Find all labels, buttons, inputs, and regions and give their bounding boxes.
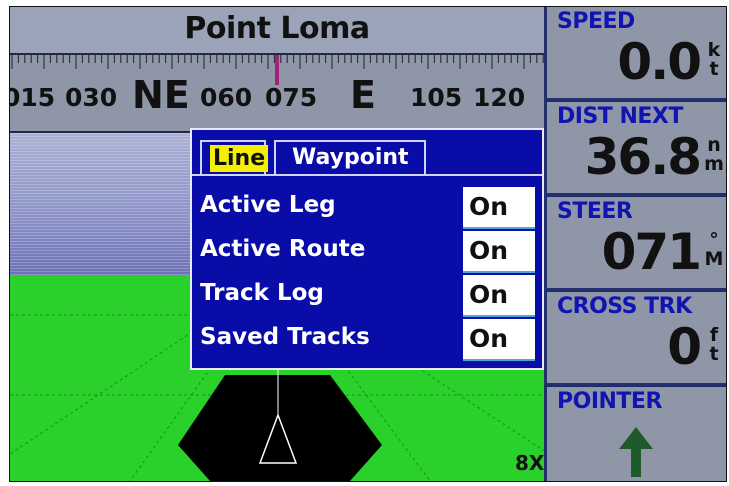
field-unit: ft bbox=[709, 324, 719, 365]
field-value: 071 bbox=[601, 223, 702, 281]
field-unit: nm bbox=[704, 134, 724, 175]
field-label: STEER bbox=[557, 199, 633, 224]
tab-line-label: Line bbox=[210, 145, 269, 172]
line-options-dialog: Line Waypoint Active Leg On Active Route… bbox=[190, 128, 544, 370]
field-dist-next[interactable]: DIST NEXT 36.8 nm bbox=[544, 102, 726, 196]
compass-label: 120 bbox=[473, 83, 526, 112]
option-row-track-log: Track Log On bbox=[192, 274, 542, 318]
page-title: Point Loma bbox=[184, 11, 370, 46]
field-value: 0.0 bbox=[617, 33, 702, 91]
field-steer[interactable]: STEER 071 ° M bbox=[544, 197, 726, 291]
highway-road bbox=[178, 375, 382, 481]
field-pointer[interactable]: POINTER bbox=[544, 387, 726, 481]
field-value: 0 bbox=[667, 318, 702, 376]
data-fields-panel: SPEED 0.0 kt DIST NEXT 36.8 nm STEER 071… bbox=[544, 7, 726, 481]
field-unit: kt bbox=[707, 39, 721, 80]
tab-waypoint[interactable]: Waypoint bbox=[274, 140, 426, 174]
heading-marker bbox=[275, 55, 279, 85]
field-value: 36.8 bbox=[584, 128, 702, 186]
option-value-field[interactable]: On bbox=[463, 231, 535, 273]
field-label: POINTER bbox=[557, 389, 662, 414]
field-speed[interactable]: SPEED 0.0 kt bbox=[544, 7, 726, 101]
compass-label: 030 bbox=[65, 83, 118, 112]
option-label: Saved Tracks bbox=[200, 324, 370, 350]
compass-tape: 015 030 NE 060 075 E 105 120 bbox=[10, 55, 544, 133]
field-label: CROSS TRK bbox=[557, 294, 692, 319]
compass-label: 060 bbox=[200, 83, 253, 112]
option-value-field[interactable]: On bbox=[463, 319, 535, 361]
option-value-field[interactable]: On bbox=[463, 275, 535, 317]
title-bar: Point Loma bbox=[10, 7, 544, 55]
option-row-active-leg: Active Leg On bbox=[192, 186, 542, 230]
field-label: DIST NEXT bbox=[557, 104, 683, 129]
arrow-up-icon bbox=[619, 427, 653, 477]
compass-label: 075 bbox=[265, 83, 318, 112]
field-unit: ° M bbox=[704, 229, 724, 270]
tab-divider bbox=[192, 174, 542, 176]
highway-view: Point Loma 015 030 NE 060 075 E 105 120 bbox=[10, 7, 544, 481]
compass-label-cardinal: NE bbox=[132, 73, 190, 117]
option-value-field[interactable]: On bbox=[463, 187, 535, 229]
option-row-active-route: Active Route On bbox=[192, 230, 542, 274]
option-label: Track Log bbox=[200, 280, 324, 306]
field-label: SPEED bbox=[557, 9, 635, 34]
option-label: Active Leg bbox=[200, 192, 336, 218]
compass-label-cardinal: E bbox=[350, 73, 376, 117]
zoom-level: 8X bbox=[515, 451, 544, 475]
compass-label: 105 bbox=[410, 83, 463, 112]
gps-screen: Point Loma 015 030 NE 060 075 E 105 120 bbox=[9, 6, 727, 482]
option-row-saved-tracks: Saved Tracks On bbox=[192, 318, 542, 362]
field-cross-trk[interactable]: CROSS TRK 0 ft bbox=[544, 292, 726, 386]
compass-label: 015 bbox=[10, 83, 56, 112]
option-label: Active Route bbox=[200, 236, 366, 262]
tab-line[interactable]: Line bbox=[200, 140, 269, 174]
